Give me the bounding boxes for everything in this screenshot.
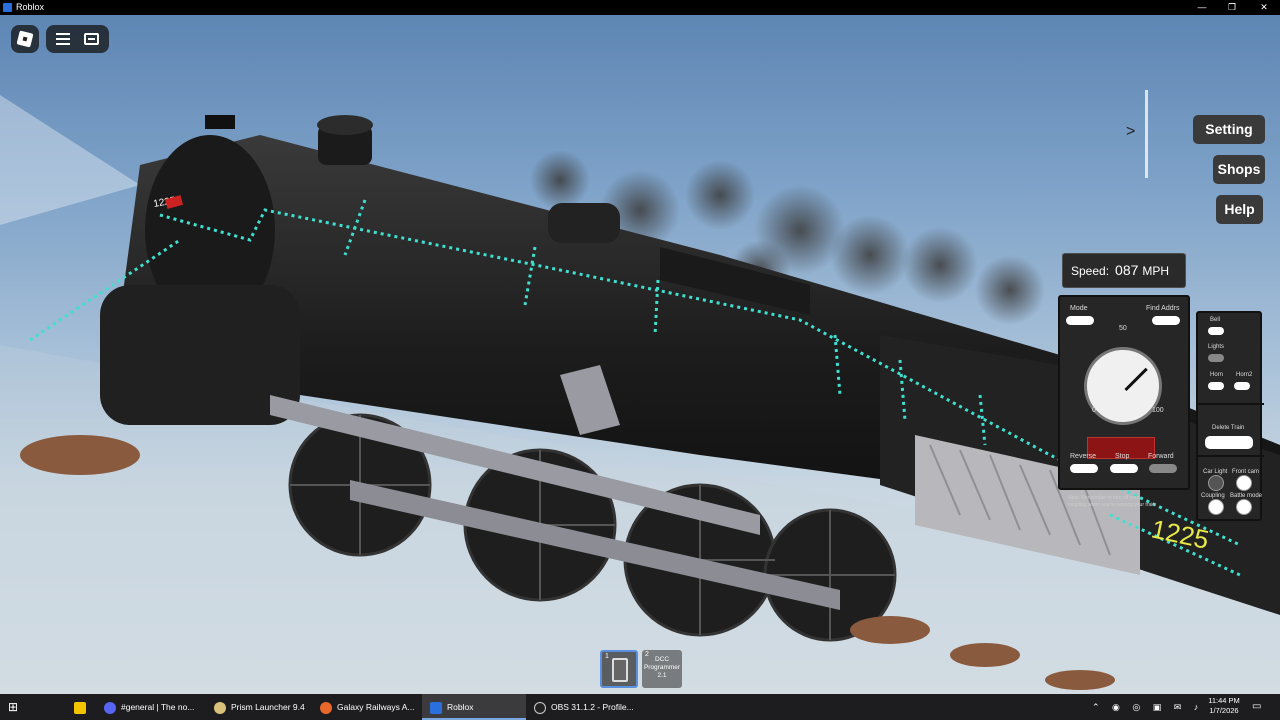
hotbar-slot-number: 1 xyxy=(605,653,609,660)
sound-lights-section: Bell Lights Horn Horn2 xyxy=(1198,313,1264,405)
dial-top-label: 50 xyxy=(1119,325,1127,332)
window-title: Roblox xyxy=(16,2,45,12)
lights-button[interactable] xyxy=(1208,354,1224,362)
find-addrs-label: Find Addrs xyxy=(1146,305,1180,312)
horn2-button[interactable] xyxy=(1234,382,1250,390)
windows-start-icon[interactable]: ⊞ xyxy=(8,694,26,720)
taskbar-item-obs[interactable]: OBS 31.1.2 - Profile... xyxy=(534,694,638,720)
setting-button[interactable]: Setting xyxy=(1193,115,1265,144)
bell-label: Bell xyxy=(1210,317,1221,323)
file-explorer-icon[interactable] xyxy=(74,694,92,720)
forward-button[interactable] xyxy=(1149,464,1177,473)
maximize-button[interactable]: ❐ xyxy=(1216,0,1248,15)
reverse-label: Reverse xyxy=(1070,453,1097,460)
coupling-label: Coupling xyxy=(1201,493,1225,499)
window-title-bar: Roblox — ❐ ✕ xyxy=(0,0,1280,15)
help-button[interactable]: Help xyxy=(1216,195,1263,224)
clock-time: 11:44 PM xyxy=(1208,696,1240,705)
coupling-toggle[interactable] xyxy=(1208,499,1224,515)
windows-taskbar: ⊞ #general | The no... Prism Launcher 9.… xyxy=(0,694,1280,720)
close-button[interactable]: ✕ xyxy=(1248,0,1280,15)
mode-button[interactable] xyxy=(1066,316,1094,325)
stop-label: Stop xyxy=(1115,453,1130,460)
delete-train-label: Delete Train xyxy=(1212,425,1245,431)
horn-button[interactable] xyxy=(1208,382,1224,390)
hamburger-icon[interactable] xyxy=(56,33,70,45)
firefox-icon xyxy=(320,701,332,714)
taskbar-item-roblox[interactable]: Roblox xyxy=(422,694,526,720)
mode-label: Mode xyxy=(1070,305,1088,312)
taskbar-item-prism[interactable]: Prism Launcher 9.4 xyxy=(214,694,314,720)
side-menu-toggle[interactable]: > xyxy=(1126,123,1135,141)
roblox-app-icon xyxy=(3,3,12,12)
dial-max-label: 100 xyxy=(1152,407,1164,414)
delete-train-button[interactable] xyxy=(1205,436,1253,449)
bell-button[interactable] xyxy=(1208,327,1224,335)
forward-label: Forward xyxy=(1148,453,1174,460)
speed-unit: MPH xyxy=(1142,264,1170,278)
battlemode-label: Battle mode xyxy=(1230,493,1263,499)
frontcam-label: Front cam xyxy=(1232,469,1260,475)
chat-icon[interactable] xyxy=(84,33,99,45)
speed-display: Speed: 087 MPH xyxy=(1062,253,1186,288)
stop-button[interactable] xyxy=(1110,464,1138,473)
game-viewport[interactable]: 1225 1225 > Setting Shops Help Speed: 087… xyxy=(0,15,1280,694)
hotbar-slot-1[interactable]: 1 xyxy=(600,650,638,688)
headlight-beam xyxy=(0,95,140,225)
delete-section: Delete Train xyxy=(1198,405,1264,457)
roblox-logo-icon xyxy=(16,30,34,48)
clock-date: 1/7/2026 xyxy=(1209,706,1239,715)
camera-section: Car Light Front cam Coupling Battle mode xyxy=(1198,463,1264,519)
taskbar-item-firefox[interactable]: Galaxy Railways A... xyxy=(320,694,416,720)
horn-label: Horn xyxy=(1210,372,1224,378)
frontcam-toggle[interactable] xyxy=(1236,475,1252,491)
prism-launcher-icon xyxy=(214,701,226,714)
coupling-note: Note: Remember to turn off your coupling… xyxy=(1068,495,1157,508)
function-panel: Bell Lights Horn Horn2 Delete Train Car … xyxy=(1196,311,1264,521)
speed-label: Speed: xyxy=(1071,264,1110,278)
hotbar-slot-label: DCC Programmer 2.1 xyxy=(643,656,681,679)
side-divider xyxy=(1145,90,1148,178)
carlight-toggle[interactable] xyxy=(1208,475,1224,491)
minimize-button[interactable]: — xyxy=(1186,0,1218,15)
shops-button[interactable]: Shops xyxy=(1213,155,1265,184)
roblox-menu-group xyxy=(46,25,109,53)
taskbar-clock[interactable]: 11:44 PM 1/7/2026 xyxy=(1206,696,1242,716)
speed-value: 087 xyxy=(1115,262,1139,278)
reverse-button[interactable] xyxy=(1070,464,1098,473)
system-tray-icons[interactable]: ⌃ ◉ ◎ ▣ ✉ ♪ xyxy=(1092,694,1202,720)
obs-icon xyxy=(534,701,546,714)
controller-tool-icon xyxy=(612,658,628,682)
taskbar-item-discord[interactable]: #general | The no... xyxy=(104,694,208,720)
discord-icon xyxy=(104,701,116,714)
horn2-label: Horn2 xyxy=(1236,372,1253,378)
notification-icon[interactable]: ▭ xyxy=(1252,694,1266,720)
dial-min-label: 0 xyxy=(1092,407,1096,414)
dcc-controller-panel: Mode Find Addrs 50 0 100 Reverse Stop Fo… xyxy=(1058,295,1190,490)
hotbar-slot-number: 2 xyxy=(645,651,649,658)
battlemode-toggle[interactable] xyxy=(1236,499,1252,515)
hotbar-slot-2[interactable]: 2 DCC Programmer 2.1 xyxy=(642,650,682,688)
roblox-logo-button[interactable] xyxy=(11,25,39,53)
roblox-icon xyxy=(430,701,442,714)
lights-label: Lights xyxy=(1208,344,1225,350)
find-addrs-button[interactable] xyxy=(1152,316,1180,325)
throttle-needle xyxy=(1124,367,1148,392)
